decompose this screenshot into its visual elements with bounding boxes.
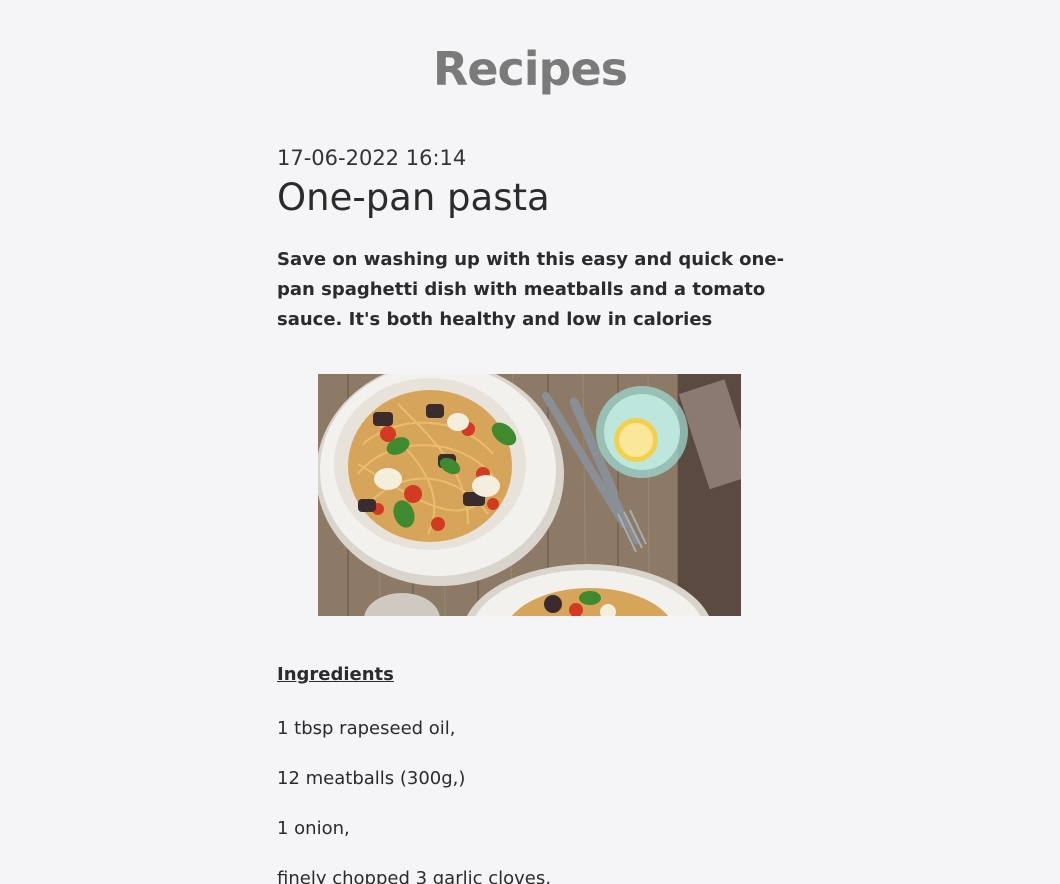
ingredients-heading: Ingredients bbox=[277, 664, 394, 685]
post-date: 17-06-2022 16:14 bbox=[277, 146, 467, 170]
ingredient-item: finely chopped 3 garlic cloves, bbox=[277, 868, 551, 884]
ingredient-item: 1 tbsp rapeseed oil, bbox=[277, 718, 456, 739]
recipe-post: 17-06-2022 16:14 One-pan pasta Save on w… bbox=[277, 143, 797, 335]
recipe-page: Recipes 17-06-2022 16:14 One-pan pasta S… bbox=[0, 0, 1060, 884]
site-title: Recipes bbox=[432, 42, 628, 96]
post-title: One-pan pasta bbox=[277, 176, 550, 219]
post-summary: Save on washing up with this easy and qu… bbox=[277, 249, 785, 330]
ingredient-item: 12 meatballs (300g,) bbox=[277, 768, 466, 789]
ingredients-list: 1 tbsp rapeseed oil, 12 meatballs (300g,… bbox=[277, 714, 551, 884]
ingredient-item: 1 onion, bbox=[277, 818, 350, 839]
recipe-photo bbox=[318, 374, 741, 616]
